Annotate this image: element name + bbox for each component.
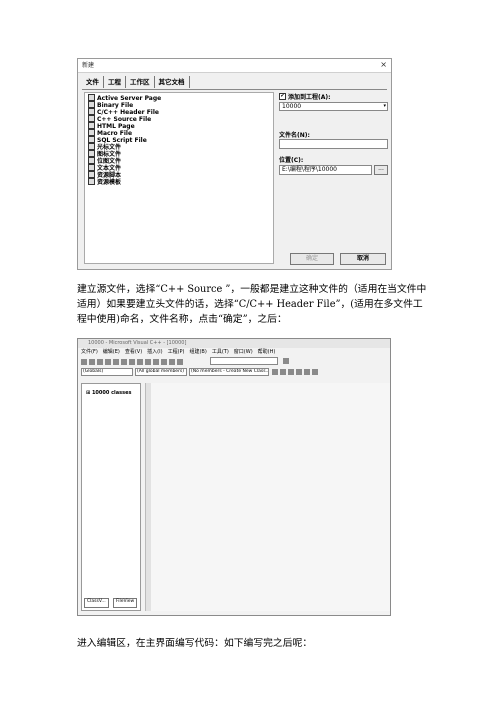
members-combo[interactable]: (No members - Create New Class...) — [189, 368, 269, 376]
tab-fileview[interactable]: FileView — [113, 598, 138, 608]
add-to-project-label: 添加到工程(A): — [288, 94, 331, 101]
file-type-icon — [88, 164, 95, 171]
list-item[interactable]: Active Server Page — [88, 94, 161, 102]
run-icon[interactable] — [304, 368, 310, 375]
save-all-icon[interactable] — [105, 358, 111, 365]
tab-classview[interactable]: ClassV... — [84, 598, 109, 608]
standard-toolbar — [81, 357, 185, 366]
editor-gutter — [146, 383, 151, 611]
save-icon[interactable] — [97, 358, 103, 365]
output-icon[interactable] — [161, 358, 167, 365]
breakpoint-icon[interactable] — [312, 368, 318, 375]
menu-file[interactable]: 文件(F) — [81, 349, 98, 356]
menu-window[interactable]: 窗口(W) — [234, 349, 253, 356]
file-name-field[interactable] — [279, 139, 388, 149]
tab-divider — [82, 89, 387, 90]
chevron-down-icon: ▾ — [383, 103, 386, 109]
menu-view[interactable]: 查看(V) — [125, 349, 142, 356]
stop-build-icon[interactable] — [296, 368, 302, 375]
menu-help[interactable]: 帮助(H) — [258, 349, 276, 356]
class-combo[interactable]: (Globals) — [81, 368, 133, 376]
copy-icon[interactable] — [121, 358, 127, 365]
list-item[interactable]: 资源脚本 — [88, 171, 121, 179]
menu-insert[interactable]: 插入(I) — [147, 349, 162, 356]
menu-bar: 文件(F) 编辑(E) 查看(V) 插入(I) 工程(P) 组建(B) 工具(T… — [81, 349, 280, 356]
file-type-icon — [88, 108, 95, 115]
find-in-files-icon[interactable] — [283, 358, 289, 364]
file-type-icon — [88, 115, 95, 122]
list-item[interactable]: 资源模板 — [88, 178, 121, 186]
menu-edit[interactable]: 编辑(E) — [103, 349, 120, 356]
file-type-icon — [88, 171, 95, 178]
location-label: 位置(C): — [279, 157, 304, 164]
redo-icon[interactable] — [145, 358, 151, 365]
filter-combo[interactable]: (All global members) — [135, 368, 187, 376]
list-item[interactable]: SQL Script File — [88, 136, 147, 144]
file-type-icon — [88, 129, 95, 136]
close-icon[interactable]: × — [380, 60, 387, 70]
body-paragraph: 建立源文件，选择“C++ Source ”，一般都是建立这种文件的（适用在当文件… — [77, 284, 427, 325]
dialog-tabs: 文件 工程 工作区 其它文档 — [82, 76, 190, 88]
wizard-action-icon[interactable] — [272, 368, 278, 375]
tab-projects[interactable]: 工程 — [104, 76, 126, 88]
file-type-icon — [88, 157, 95, 164]
list-item[interactable]: C++ Source File — [88, 115, 151, 123]
new-file-dialog: 新建 × 文件 工程 工作区 其它文档 Active Server Page B… — [77, 58, 392, 270]
body-paragraph: 进入编辑区，在主界面编写代码：如下编写完之后呢： — [77, 638, 313, 649]
project-select[interactable]: 10000 ▾ — [279, 102, 388, 111]
compile-icon[interactable] — [280, 368, 286, 375]
list-item[interactable]: 文本文件 — [88, 164, 121, 172]
list-item[interactable]: HTML Page — [88, 122, 135, 130]
dialog-title: 新建 — [78, 59, 391, 73]
tab-workspaces[interactable]: 工作区 — [126, 76, 155, 88]
file-type-icon — [88, 122, 95, 129]
find-icon[interactable] — [177, 358, 183, 365]
file-type-icon — [88, 94, 95, 101]
menu-tools[interactable]: 工具(T) — [212, 349, 229, 356]
list-item[interactable]: 光标文件 — [88, 143, 121, 151]
tab-other-documents[interactable]: 其它文档 — [155, 76, 190, 88]
workspace-panel: ⊞ 10000 classes ClassV... FileView — [81, 383, 141, 611]
window-title: 10000 - Microsoft Visual C++ - [10000] — [78, 339, 390, 348]
list-item[interactable]: 图标文件 — [88, 150, 121, 158]
new-icon[interactable] — [81, 358, 87, 365]
file-type-list[interactable]: Active Server Page Binary File C/C++ Hea… — [84, 92, 274, 264]
browse-button[interactable]: ... — [374, 165, 388, 175]
wizard-toolbar — [272, 367, 320, 376]
location-field[interactable]: E:\编程\程序\10000 — [279, 165, 372, 175]
file-type-icon — [88, 150, 95, 157]
file-type-icon — [88, 136, 95, 143]
cancel-button[interactable]: 取消 — [340, 253, 386, 265]
ide-window: 10000 - Microsoft Visual C++ - [10000] 文… — [77, 338, 391, 616]
paste-icon[interactable] — [129, 358, 135, 365]
undo-icon[interactable] — [137, 358, 143, 365]
expand-icon[interactable]: ⊞ — [86, 390, 90, 396]
window-list-icon[interactable] — [169, 358, 175, 365]
cut-icon[interactable] — [113, 358, 119, 365]
menu-build[interactable]: 组建(B) — [189, 349, 206, 356]
file-type-icon — [88, 101, 95, 108]
open-icon[interactable] — [89, 358, 95, 365]
file-type-icon — [88, 178, 95, 185]
file-name-label: 文件名(N): — [279, 132, 310, 139]
list-item[interactable]: 位图文件 — [88, 157, 121, 165]
add-to-project-checkbox[interactable]: ✔ — [279, 93, 286, 100]
find-combo[interactable] — [210, 357, 278, 365]
file-type-icon — [88, 143, 95, 150]
list-item[interactable]: Binary File — [88, 101, 133, 109]
list-item[interactable]: Macro File — [88, 129, 132, 137]
workspace-icon[interactable] — [153, 358, 159, 365]
editor-area[interactable] — [145, 383, 390, 611]
list-item[interactable]: C/C++ Header File — [88, 108, 159, 116]
build-icon[interactable] — [288, 368, 294, 375]
menu-project[interactable]: 工程(P) — [168, 349, 185, 356]
tab-files[interactable]: 文件 — [82, 76, 104, 88]
tree-item[interactable]: ⊞ 10000 classes — [86, 390, 131, 396]
ok-button[interactable]: 确定 — [290, 253, 334, 265]
